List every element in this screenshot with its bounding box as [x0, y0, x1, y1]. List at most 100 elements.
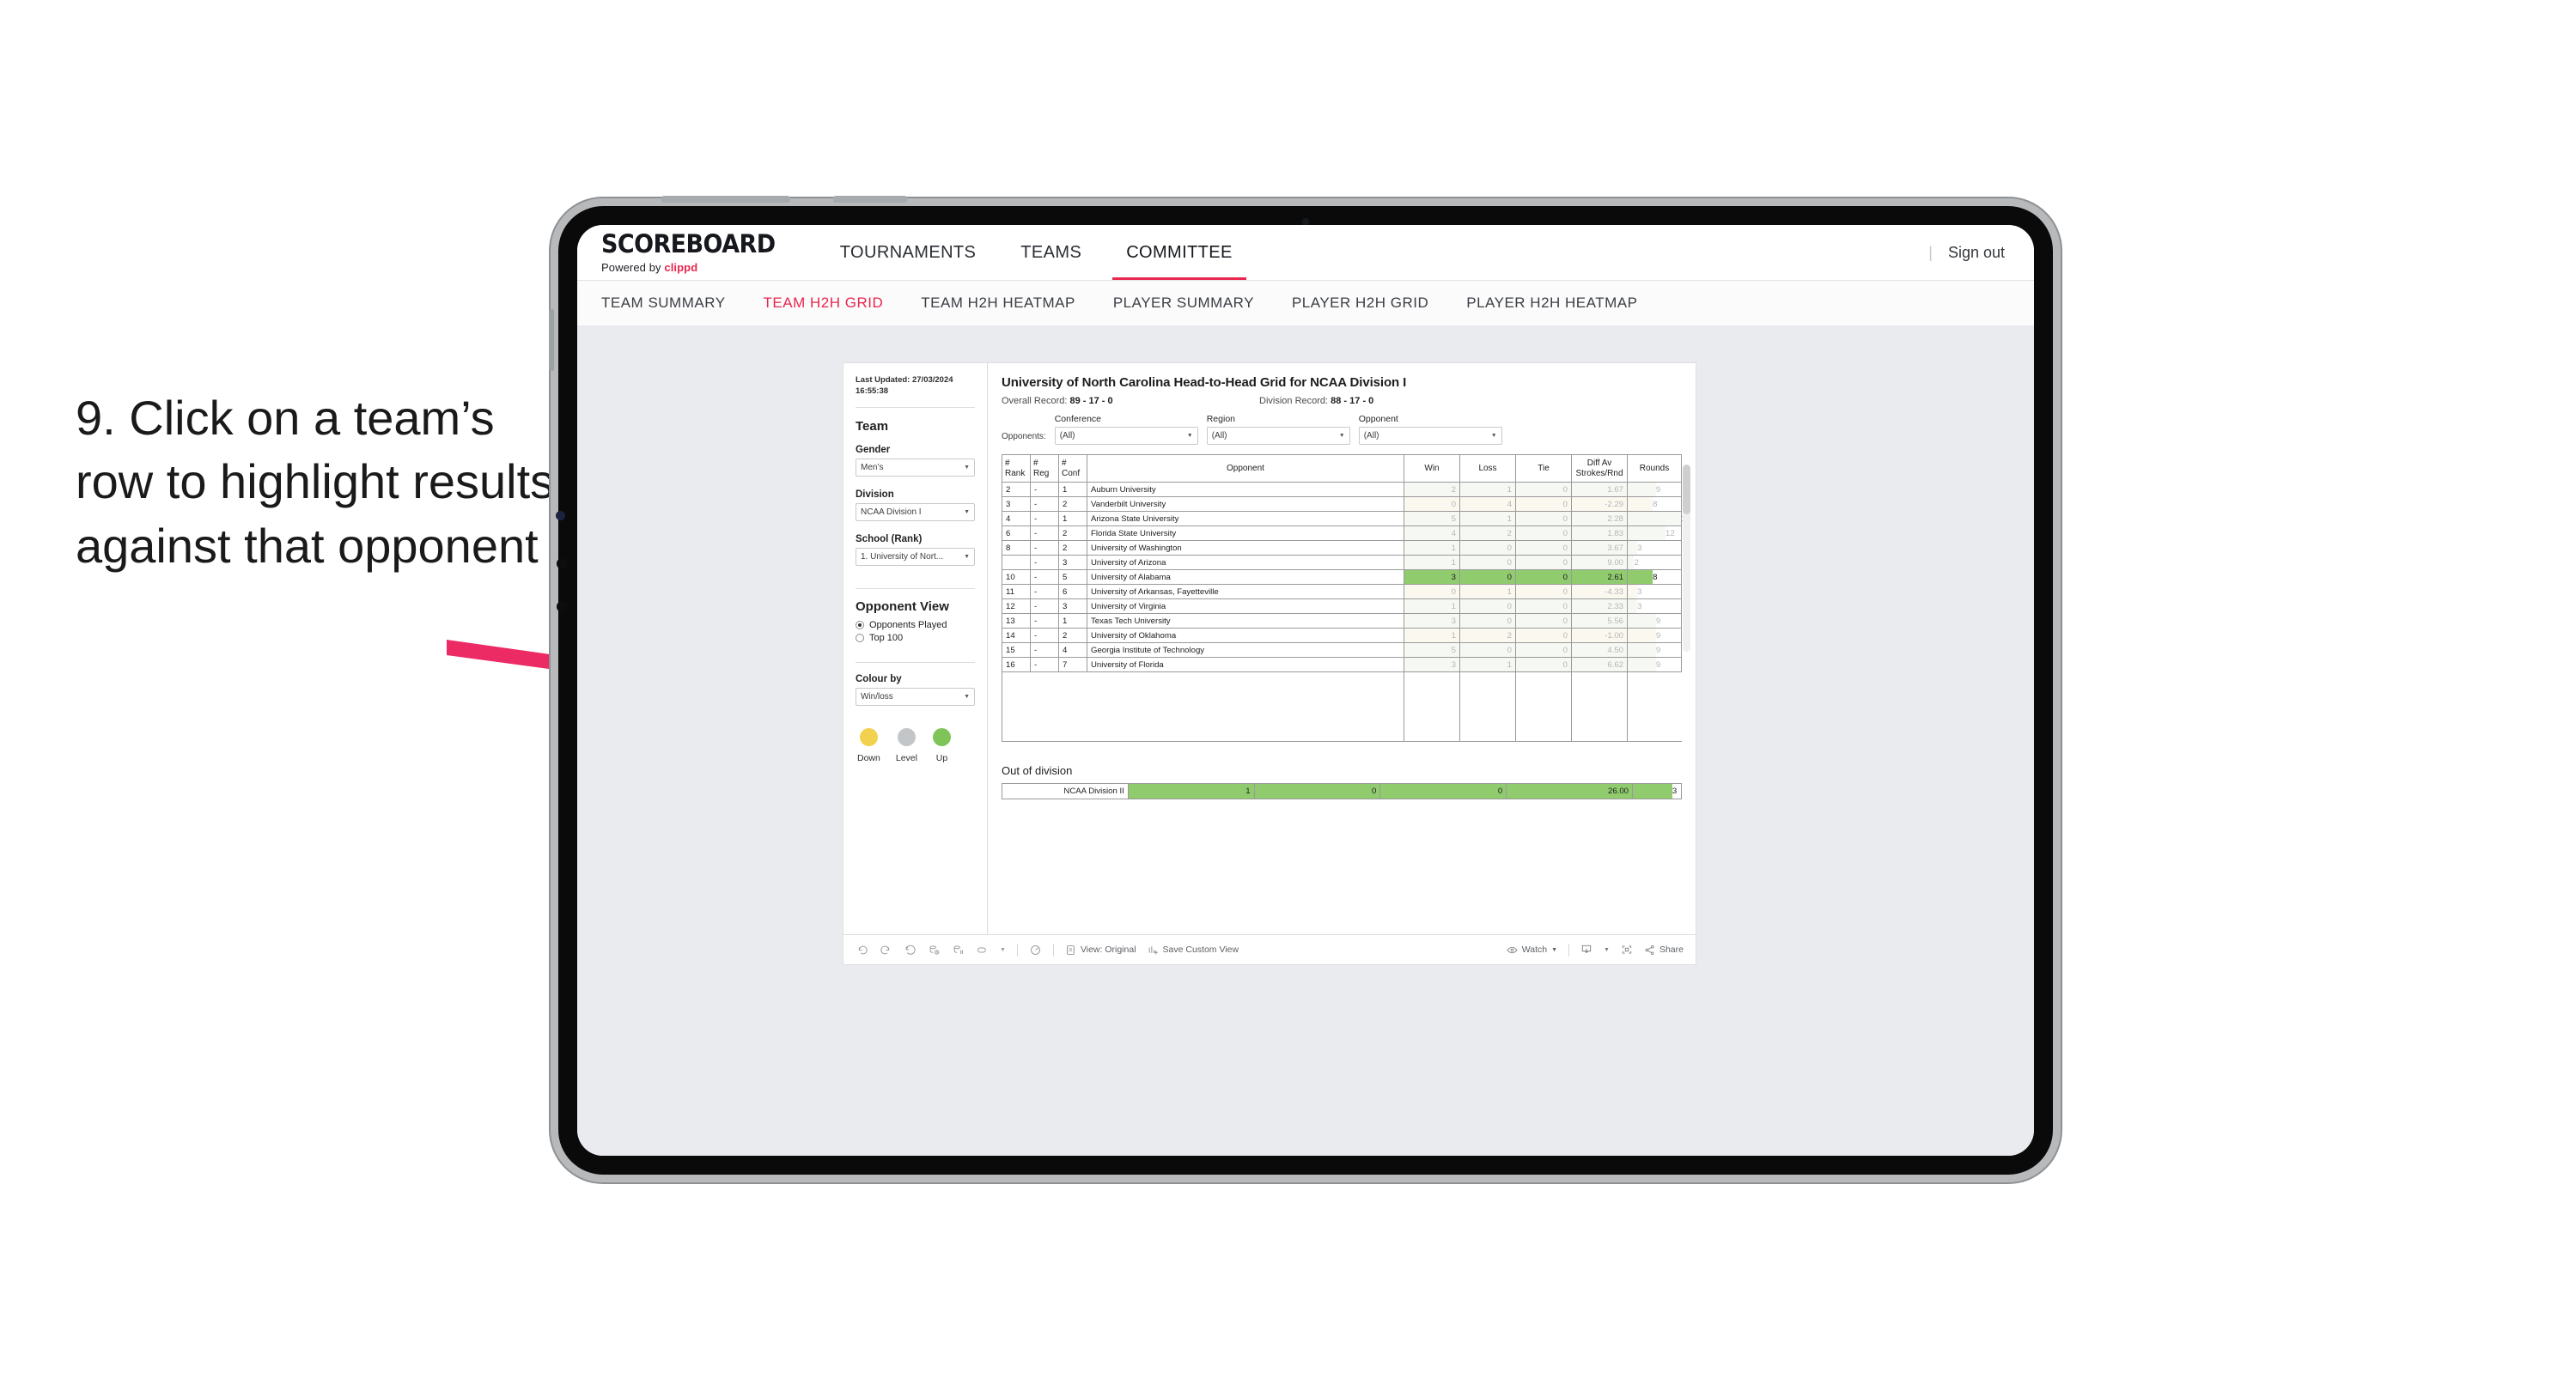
nav-tournaments[interactable]: TOURNAMENTS [818, 225, 998, 280]
school-select[interactable]: 1. University of Nort... ▼ [856, 547, 975, 566]
cell-empty [1404, 700, 1460, 714]
pause-auto-update-icon[interactable] [1029, 944, 1042, 957]
radio-top-100-label: Top 100 [869, 632, 904, 643]
sign-out-link[interactable]: Sign out [1948, 244, 2005, 262]
chevron-down-icon[interactable]: ▼ [1000, 947, 1006, 953]
table-row[interactable]: 12-3 University of Virginia 1 0 0 2.33 3 [1002, 598, 1682, 614]
tablet-device: SCOREBOARD Powered by clippd TOURNAMENTS… [549, 196, 2053, 1175]
cell-empty [1459, 727, 1516, 742]
region-select[interactable]: (All) ▼ [1206, 427, 1350, 445]
undo-icon[interactable] [856, 944, 868, 957]
nav-committee[interactable]: COMMITTEE [1104, 225, 1255, 280]
cell-loss: 1 [1459, 657, 1516, 672]
tab-player-h2h-heatmap[interactable]: PLAYER H2H HEATMAP [1466, 295, 1637, 312]
watch-button[interactable]: Watch ▼ [1507, 945, 1557, 956]
table-row[interactable]: NCAA Division II 1 0 0 26.00 3 [1002, 783, 1682, 799]
th-rank[interactable]: # Rank [1002, 454, 1031, 483]
conference-select[interactable]: (All) ▼ [1054, 427, 1198, 445]
cell-empty [1404, 727, 1460, 742]
radio-opponents-played[interactable]: Opponents Played [856, 620, 975, 630]
cell-empty [1030, 714, 1059, 727]
cell-empty [1459, 714, 1516, 727]
volume-button[interactable] [833, 196, 907, 203]
division-select[interactable]: NCAA Division I ▼ [856, 502, 975, 521]
table-row[interactable]: 3-2 Vanderbilt University 0 4 0 -2.29 8 [1002, 496, 1682, 512]
nav-teams[interactable]: TEAMS [998, 225, 1104, 280]
redo-icon[interactable] [880, 944, 892, 957]
table-row[interactable]: 11-6 University of Arkansas, Fayetteville… [1002, 584, 1682, 599]
revert-icon[interactable] [904, 944, 917, 957]
gender-select[interactable]: Men’s ▼ [856, 458, 975, 477]
cell-empty [1571, 727, 1628, 742]
radio-opponents-played-label: Opponents Played [869, 619, 947, 630]
highlight-icon[interactable] [976, 944, 989, 957]
table-row[interactable]: 2-1 Auburn University 2 1 0 1.67 9 [1002, 482, 1682, 497]
th-loss[interactable]: Loss [1459, 454, 1516, 483]
cell-diff: 2.28 [1571, 511, 1628, 526]
power-button[interactable] [661, 196, 790, 203]
tab-player-summary[interactable]: PLAYER SUMMARY [1113, 295, 1254, 312]
tab-team-h2h-grid[interactable]: TEAM H2H GRID [764, 295, 884, 312]
refresh-data-icon[interactable] [928, 944, 941, 957]
colour-by-select[interactable]: Win/loss ▼ [856, 687, 975, 706]
cell-win: 1 [1404, 598, 1460, 614]
save-custom-view-button[interactable]: Save Custom View [1148, 945, 1239, 956]
cell-diff: 3.67 [1571, 540, 1628, 556]
th-win[interactable]: Win [1404, 454, 1460, 483]
cell-tie: 0 [1515, 598, 1572, 614]
th-rounds[interactable]: Rounds [1627, 454, 1682, 483]
table-row[interactable]: 6-2 Florida State University 4 2 0 1.83 12 [1002, 525, 1682, 541]
cell-loss: 2 [1459, 525, 1516, 541]
pause-data-icon[interactable] [952, 944, 965, 957]
opponent-filters: Opponents: Conference (All) ▼ Region (Al… [1002, 414, 1682, 445]
cell-empty [1002, 700, 1031, 714]
view-original-button[interactable]: View: Original [1065, 945, 1136, 956]
table-row[interactable]: 16-7 University of Florida 3 1 0 6.62 9 [1002, 657, 1682, 672]
th-reg[interactable]: # Reg [1030, 454, 1059, 483]
radio-top-100[interactable]: Top 100 [856, 633, 975, 643]
th-diff[interactable]: Diff Av Strokes/Rnd [1571, 454, 1628, 483]
scrollbar-thumb[interactable] [1683, 465, 1690, 514]
chevron-down-icon[interactable]: ▼ [1604, 947, 1610, 953]
cell-rounds: 17 [1627, 511, 1690, 526]
th-tie[interactable]: Tie [1515, 454, 1572, 483]
table-row[interactable]: 15-4 Georgia Institute of Technology 5 0 0 4.… [1002, 642, 1682, 658]
table-row[interactable]: 14-2 University of Oklahoma 1 2 0 -1.00 9 [1002, 628, 1682, 643]
side-button-upper[interactable] [549, 309, 554, 371]
ood-loss: 0 [1253, 783, 1381, 799]
table-row[interactable]: -3 University of Arizona 1 0 0 9.00 2 [1002, 555, 1682, 570]
vertical-scrollbar[interactable] [1683, 465, 1690, 652]
cell-rank: 6 [1002, 525, 1031, 541]
share-button[interactable]: Share [1644, 945, 1684, 956]
table-body: 2-1 Auburn University 2 1 0 1.67 9 3-2 Vanderbil… [1002, 482, 1690, 742]
cell-conf: 3 [1058, 598, 1087, 614]
division-label: Division [856, 489, 894, 500]
cell-diff: 2.61 [1571, 569, 1628, 585]
cell-empty [1515, 727, 1572, 742]
cell-rounds: 9 [1627, 628, 1682, 643]
cell-empty [1030, 671, 1059, 686]
brand-logo[interactable]: SCOREBOARD Powered by clippd [577, 231, 818, 274]
cell-win: 3 [1404, 657, 1460, 672]
sign-out-area: | Sign out [1928, 244, 2034, 262]
cell-tie: 0 [1515, 613, 1572, 629]
tab-team-summary[interactable]: TEAM SUMMARY [601, 295, 726, 312]
download-icon[interactable] [1580, 944, 1592, 956]
cell-rank: 15 [1002, 642, 1031, 658]
table-row[interactable]: 13-1 Texas Tech University 3 0 0 5.56 9 [1002, 613, 1682, 629]
tab-player-h2h-grid[interactable]: PLAYER H2H GRID [1292, 295, 1428, 312]
fullscreen-icon[interactable] [1621, 944, 1633, 956]
cell-diff: 1.67 [1571, 482, 1628, 497]
table-row[interactable]: 4-1Arizona State University5102.2817 [1002, 511, 1690, 526]
table-row[interactable]: 10-5 University of Alabama 3 0 0 2.61 8 [1002, 569, 1682, 585]
table-row[interactable]: 8-2 University of Washington 1 0 0 3.67 3 [1002, 540, 1682, 556]
th-conf[interactable]: # Conf [1058, 454, 1087, 483]
th-opponent[interactable]: Opponent [1087, 454, 1404, 483]
legend-item-level: Level [896, 727, 917, 765]
cell-opponent: Auburn University [1087, 482, 1404, 497]
cell-loss: 1 [1459, 584, 1516, 599]
cell-conf: 2 [1058, 496, 1087, 512]
opponent-select[interactable]: (All) ▼ [1358, 427, 1502, 445]
tab-team-h2h-heatmap[interactable]: TEAM H2H HEATMAP [921, 295, 1075, 312]
cell-win: 1 [1404, 540, 1460, 556]
